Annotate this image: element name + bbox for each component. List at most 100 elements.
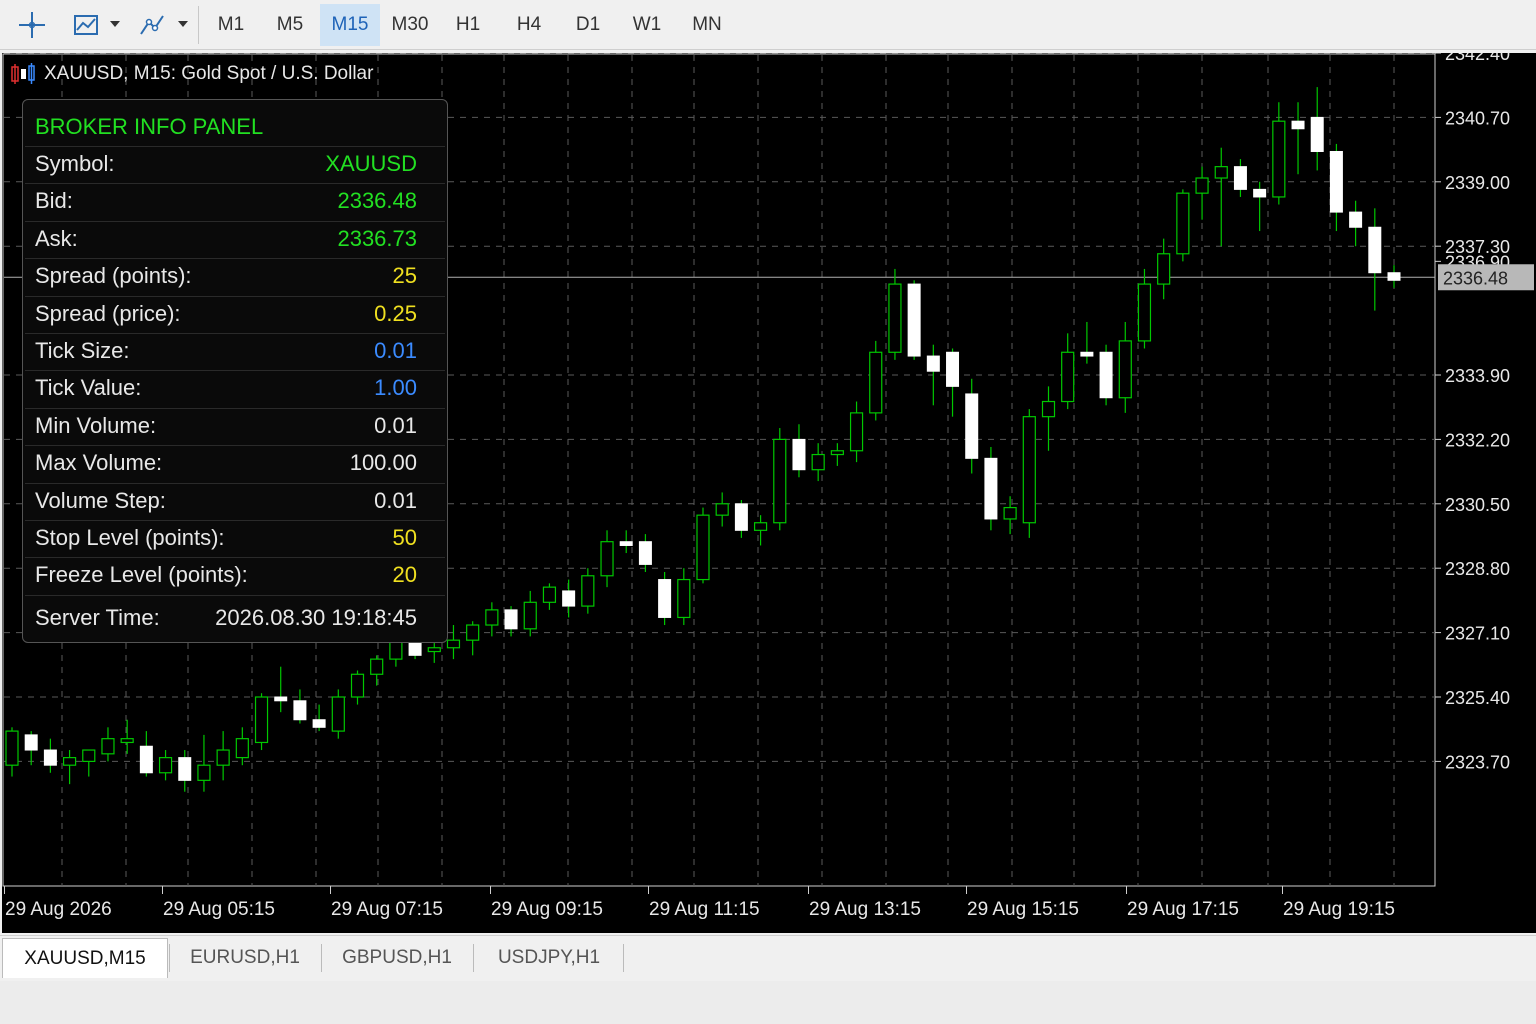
candle-body-bull [753, 522, 768, 531]
timeframe-w1[interactable]: W1 [622, 4, 672, 46]
candle-body-bull [1214, 166, 1228, 179]
x-tick-label: 29 Aug 17:15 [1127, 899, 1239, 920]
candle-body-bear [293, 700, 307, 721]
status-bar [0, 981, 1536, 1024]
y-tick-label: 2327.10 [1445, 624, 1510, 644]
candle-body-bull [869, 351, 883, 414]
candle-body-bull [1061, 351, 1075, 403]
candle-body-bear [504, 609, 518, 630]
panel-row-label: Min Volume: [35, 412, 157, 438]
timeframe-m15[interactable]: M15 [320, 4, 380, 46]
y-tick-label: 2342.40 [1445, 53, 1510, 64]
panel-row-label: Tick Size: [35, 338, 130, 363]
candle-body-bull [370, 658, 384, 675]
timeframe-h1[interactable]: H1 [446, 4, 490, 46]
panel-row-value: 2026.08.30 19:18:45 [215, 604, 417, 630]
candle-body-bear [926, 355, 940, 372]
panel-row-label: Volume Step: [35, 487, 166, 513]
panel-row: Spread (points): 25 [25, 258, 445, 295]
candle-body-bull [5, 730, 19, 766]
y-tick-label: 2339.00 [1445, 173, 1510, 193]
draw-objects-icon[interactable] [136, 9, 168, 41]
timeframe-h4[interactable]: H4 [504, 4, 554, 46]
candle-body-bull [715, 503, 729, 516]
broker-info-panel: BROKER INFO PANEL Symbol: XAUUSD Bid: 2336.… [22, 99, 448, 643]
panel-title: BROKER INFO PANEL [35, 114, 264, 139]
toolbar: M1 M5 M15 M30 H1 H4 D1 W1 MN [0, 0, 1536, 50]
candle-body-bull [849, 412, 864, 452]
candle-body-bull [120, 738, 134, 744]
timeframe-m30[interactable]: M30 [382, 4, 438, 46]
candle-body-bull [1272, 120, 1286, 198]
candle-body-bear [178, 757, 192, 781]
panel-row-label: Bid: [35, 188, 73, 214]
tab-xauusd-m15[interactable]: XAUUSD,M15 [2, 938, 168, 978]
panel-row: Tick Size: 0.01 [25, 333, 445, 370]
timeframe-m5[interactable]: M5 [268, 4, 312, 46]
chevron-down-icon[interactable] [178, 21, 188, 27]
panel-row-label: Spread (price): [35, 300, 181, 326]
candle-body-bull [1176, 192, 1190, 255]
line-chart-tool-icon[interactable] [70, 9, 102, 41]
candle-body-bear [139, 745, 153, 774]
timeframe-d1[interactable]: D1 [564, 4, 612, 46]
candle-body-bear [1329, 150, 1343, 213]
candle-body-bear [619, 541, 633, 546]
current-price-label: 2336.48 [1443, 268, 1508, 288]
candle-body-bull [1022, 416, 1036, 524]
panel-row-value: 50 [392, 525, 417, 550]
x-tick-label: 29 Aug 07:15 [331, 899, 443, 920]
candle-body-bull [62, 757, 77, 766]
tab-eurusd-h1[interactable]: EURUSD,H1 [170, 938, 320, 978]
panel-row-value: 0.01 [374, 487, 417, 513]
candles-icon [11, 63, 35, 84]
tab-gbpusd-h1[interactable]: GBPUSD,H1 [322, 938, 472, 978]
candle-body-bear [312, 719, 326, 728]
candle-body-bear [792, 438, 806, 471]
candle-body-bull [235, 738, 249, 759]
candle-body-bull [1137, 283, 1152, 342]
candle-body-bear [984, 457, 998, 520]
panel-row: Stop Level (points): 50 [25, 520, 445, 557]
panel-row: Server Time: 2026.08.30 19:18:45 [25, 594, 445, 641]
candle-body-bull [696, 514, 710, 581]
chevron-down-icon[interactable] [110, 21, 120, 27]
candle-body-bull [466, 624, 480, 641]
candle-body-bull [331, 696, 345, 732]
candle-body-bear [1233, 166, 1247, 190]
candle-body-bull [485, 609, 499, 626]
panel-row-value: 20 [392, 562, 417, 588]
y-tick-label: 2323.70 [1445, 752, 1510, 772]
candle-body-bull [600, 541, 614, 577]
chart-title-text: XAUUSD, M15: Gold Spot / U.S. Dollar [44, 63, 374, 84]
panel-row-label: Ask: [35, 225, 78, 251]
candle-body-bull [1157, 253, 1171, 285]
crosshair-icon[interactable] [16, 9, 48, 41]
timeframe-m1[interactable]: M1 [210, 4, 252, 46]
candle-body-bull [1003, 506, 1017, 520]
candle-body-bull [254, 696, 269, 744]
x-tick-label: 29 Aug 09:15 [491, 899, 603, 920]
timeframe-mn[interactable]: MN [680, 4, 734, 46]
toolbar-separator [198, 6, 199, 44]
y-tick-label: 2325.40 [1445, 688, 1510, 708]
chart-window[interactable]: 2342.40 2340.70 2339.00 2337.30 2336.90 2333.… [2, 53, 1536, 933]
candle-body-bear [658, 579, 672, 618]
y-tick-label: 2332.20 [1445, 430, 1510, 450]
panel-row: Min Volume: 0.01 [25, 407, 445, 445]
tab-usdjpy-h1[interactable]: USDJPY,H1 [476, 938, 622, 978]
candle-body-bear [638, 541, 652, 565]
candle-body-bear [43, 749, 57, 766]
panel-row-label: Tick Value: [35, 375, 142, 401]
y-tick-label: 2333.90 [1445, 366, 1510, 386]
panel-row: Spread (price): 0.25 [25, 295, 445, 333]
candle-body-bull [446, 639, 461, 649]
x-tick-label: 29 Aug 05:15 [163, 899, 275, 920]
candle-body-bull [82, 749, 96, 762]
tab-separator [623, 944, 624, 972]
candle-body-bull [811, 453, 825, 471]
panel-row-value: 100.00 [349, 450, 417, 476]
x-tick-label: 29 Aug 19:15 [1283, 899, 1395, 920]
candle-body-bear [274, 696, 288, 702]
candle-body-bear [1349, 211, 1363, 228]
